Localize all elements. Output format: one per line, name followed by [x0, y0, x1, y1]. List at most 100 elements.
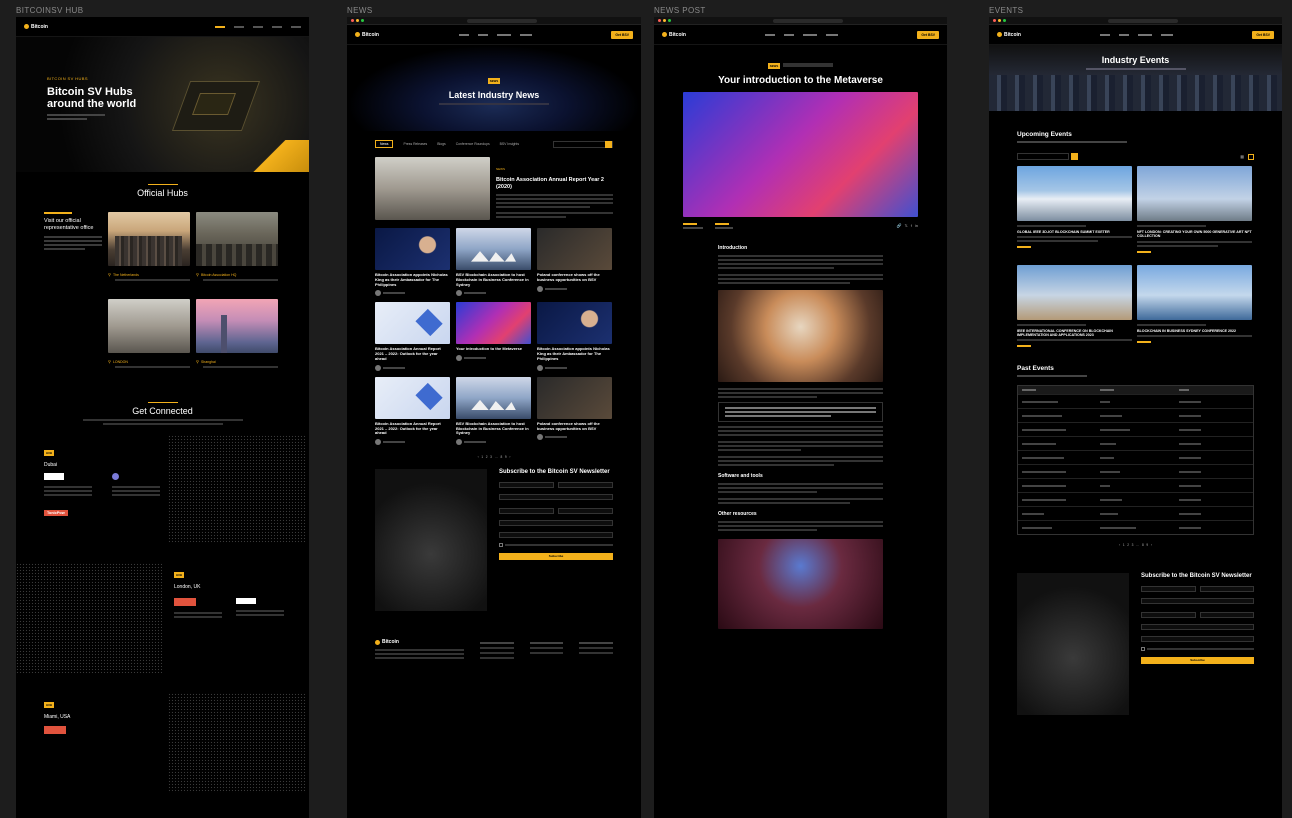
nav-item[interactable] [826, 33, 839, 36]
avatar [456, 290, 462, 297]
nav-item[interactable] [215, 25, 225, 28]
news-logo[interactable]: Bitcoin [355, 32, 379, 38]
hub-logo[interactable]: Bitcoin [24, 24, 48, 30]
interest-select[interactable] [499, 532, 613, 539]
nav-item[interactable] [234, 25, 244, 28]
nav-item[interactable] [253, 25, 263, 28]
tab-press[interactable]: Press Releases [403, 142, 427, 146]
nav-item[interactable] [291, 25, 301, 28]
table-row[interactable] [1018, 422, 1253, 436]
location-icon: ⚲ [108, 359, 111, 364]
get-bsv-button[interactable]: Get BSV [917, 30, 939, 39]
world-map-london [16, 563, 162, 673]
nav-item[interactable] [1161, 33, 1174, 36]
events-search-input[interactable] [1017, 153, 1069, 160]
consent-checkbox[interactable] [499, 543, 503, 548]
consent-checkbox[interactable] [1141, 647, 1145, 652]
get-bsv-button[interactable]: Get BSV [1252, 30, 1274, 39]
events-logo[interactable]: Bitcoin [997, 32, 1021, 38]
title-divider [147, 184, 178, 185]
table-row[interactable] [1018, 520, 1253, 534]
nav-item[interactable] [458, 33, 469, 36]
facebook-icon[interactable]: f [911, 223, 912, 229]
event-card[interactable]: IEEE INTERNATIONAL CONFERENCE ON BLOCKCH… [1017, 264, 1132, 348]
hub-card[interactable]: ⚲ Bitcoin Association HQ [196, 212, 278, 281]
table-row[interactable] [1018, 450, 1253, 464]
last-name-input[interactable] [558, 482, 613, 489]
email-input[interactable] [499, 494, 613, 501]
subscribe-button[interactable]: Subscribe [499, 553, 613, 561]
interest-select[interactable] [1141, 636, 1254, 643]
card-title: BSV Blockchain Association to host Block… [456, 420, 529, 436]
frame-label-events: EVENTS [989, 6, 1024, 15]
grid-view-icon[interactable]: ▦ [1240, 154, 1244, 159]
event-card[interactable]: NFT LONDON: CREATING YOUR OWN 5000 GENER… [1137, 166, 1252, 253]
news-card[interactable]: BSV Blockchain Association to host Block… [456, 376, 531, 446]
news-search-input[interactable] [553, 140, 613, 148]
table-row[interactable] [1018, 394, 1253, 408]
news-card[interactable]: Poland conference shows off the business… [537, 228, 612, 296]
first-name-input[interactable] [1141, 586, 1196, 593]
company-input[interactable] [499, 508, 554, 515]
nav-item[interactable] [477, 33, 488, 36]
hub-card[interactable]: ⚲ Shanghai [196, 299, 278, 368]
hub-card[interactable]: ⚲ LONDON [108, 299, 190, 368]
news-card[interactable]: Bitcoin Association appoints Nicholas Ki… [375, 228, 450, 297]
nav-item[interactable] [765, 33, 776, 36]
table-row[interactable] [1018, 506, 1253, 520]
country-input[interactable] [499, 520, 613, 527]
job-title-input[interactable] [558, 508, 613, 515]
country-input[interactable] [1141, 624, 1254, 631]
news-nav-menu [458, 33, 532, 36]
share-link-icon[interactable]: 🔗 [897, 223, 902, 229]
subscribe-button[interactable]: Subscribe [1141, 657, 1254, 665]
pagination[interactable]: ‹ 1 2 3 … 8 9 › [347, 455, 641, 459]
first-name-input[interactable] [499, 482, 554, 489]
table-row[interactable] [1018, 478, 1253, 492]
events-pagination[interactable]: ‹ 1 2 3 … 8 9 › [989, 543, 1282, 547]
event-card[interactable]: GLOBAL IEEE 3D-IOT BLOCKCHAIN SUMMIT EXE… [1017, 166, 1132, 253]
frame-label-hub: BITCOINSV HUB [16, 6, 84, 15]
tab-blogs[interactable]: Blogs [437, 142, 445, 146]
filter-icon[interactable] [1248, 153, 1254, 160]
nav-item[interactable] [272, 25, 282, 28]
get-bsv-button[interactable]: Get BSV [611, 30, 633, 39]
hub-card[interactable]: ⚲ The Netherlands [108, 212, 190, 281]
design-canvas: BITCOINSV HUB NEWS NEWS POST EVENTS Bitc… [0, 0, 1292, 818]
tab-insights[interactable]: BSV Insights [500, 142, 519, 146]
event-card[interactable]: BLOCKCHAIN IN BUSINESS SYDNEY CONFERENCE… [1137, 264, 1252, 348]
search-icon[interactable] [605, 140, 612, 148]
linkedin-icon[interactable]: in [915, 223, 918, 229]
company-input[interactable] [1141, 612, 1196, 619]
news-card[interactable]: Poland conference shows off the business… [537, 376, 612, 445]
news-card[interactable]: BSV Blockchain Association to host Block… [456, 228, 531, 297]
event-image [1137, 166, 1252, 221]
location-icon: ⚲ [196, 272, 199, 277]
table-row[interactable] [1018, 408, 1253, 422]
nav-item[interactable] [803, 33, 818, 36]
nav-item[interactable] [784, 33, 795, 36]
news-card[interactable]: Bitcoin Association appoints Nicholas Ki… [537, 302, 612, 371]
news-card[interactable]: Bitcoin Association Annual Report 2021 –… [375, 302, 450, 371]
nav-item[interactable] [519, 33, 532, 36]
table-row[interactable] [1018, 436, 1253, 450]
nav-item[interactable] [1100, 33, 1111, 36]
bitcoin-logo-icon [662, 32, 667, 37]
news-card[interactable]: Your introduction to the Metaverse [456, 302, 531, 370]
nav-item[interactable] [496, 33, 511, 36]
newsletter-form: Subscribe to the Bitcoin SV Newsletter S… [499, 469, 613, 611]
email-input[interactable] [1141, 598, 1254, 605]
search-icon[interactable] [1071, 153, 1078, 160]
featured-article[interactable]: NEWS Bitcoin Association Annual Report Y… [347, 157, 641, 220]
nav-item[interactable] [1138, 33, 1153, 36]
table-row[interactable] [1018, 464, 1253, 478]
post-logo[interactable]: Bitcoin [662, 32, 686, 38]
twitter-icon[interactable]: 𝕏 [905, 223, 908, 229]
job-title-input[interactable] [1199, 612, 1254, 619]
tab-roundups[interactable]: Conference Roundups [456, 142, 490, 146]
tab-news[interactable]: News [375, 140, 394, 148]
news-card[interactable]: Bitcoin Association Annual Report 2021 –… [375, 376, 450, 446]
last-name-input[interactable] [1199, 586, 1254, 593]
table-row[interactable] [1018, 492, 1253, 506]
nav-item[interactable] [1119, 33, 1130, 36]
